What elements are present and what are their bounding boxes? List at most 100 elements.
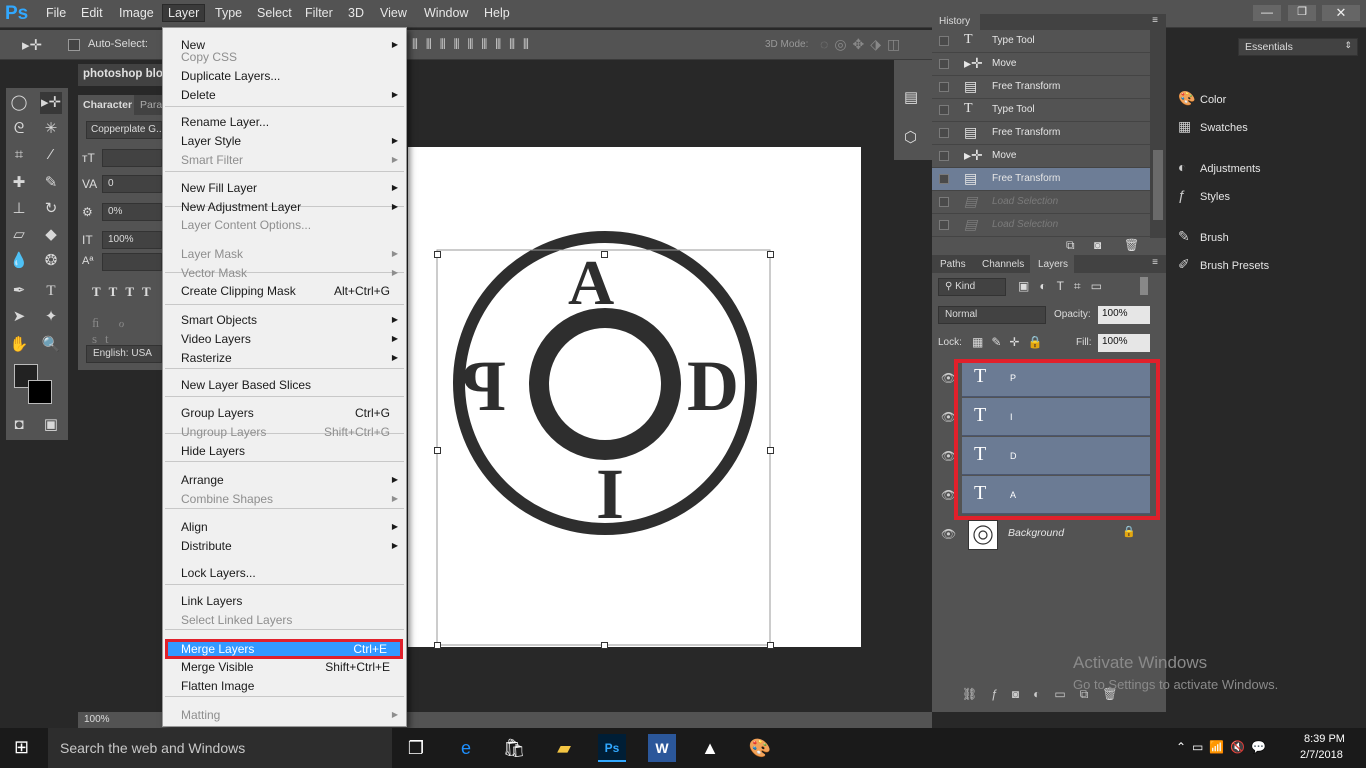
panel-menu-icon[interactable]: ≡ bbox=[1152, 257, 1158, 268]
menu-item-layer-style[interactable]: Layer Style ▶ bbox=[181, 132, 398, 150]
workspace-select[interactable]: Essentials ⇕ bbox=[1238, 38, 1358, 56]
marquee-ellipse-icon[interactable]: ◯ bbox=[8, 92, 30, 114]
auto-select-checkbox[interactable] bbox=[68, 39, 80, 51]
paint-icon[interactable]: 🎨 bbox=[746, 734, 774, 762]
menu-item-rasterize[interactable]: Rasterize ▶ bbox=[181, 349, 398, 367]
tab-layers[interactable]: Layers bbox=[1030, 255, 1074, 273]
language-select[interactable]: English: USA bbox=[86, 345, 162, 363]
menu-file[interactable]: File bbox=[46, 6, 66, 20]
close-button[interactable]: ✕ bbox=[1322, 5, 1360, 21]
menu-item-lock-layers[interactable]: Lock Layers... bbox=[181, 564, 390, 582]
menu-help[interactable]: Help bbox=[484, 6, 510, 20]
3d-cube-icon[interactable]: ⬡ bbox=[904, 128, 917, 146]
history-row[interactable]: ▤ Load Selection bbox=[932, 191, 1150, 214]
color-panel-button[interactable]: 🎨 Color bbox=[1178, 90, 1226, 110]
path-select-icon[interactable]: ➤ bbox=[8, 306, 30, 328]
menu-item-video-layers[interactable]: Video Layers ▶ bbox=[181, 330, 398, 348]
store-icon[interactable]: 🛍 bbox=[500, 734, 528, 762]
trash-icon[interactable]: 🗑 bbox=[1124, 238, 1139, 252]
history-snapshot-checkbox[interactable] bbox=[939, 151, 949, 161]
word-icon[interactable]: W bbox=[648, 734, 676, 762]
scrollbar-thumb[interactable] bbox=[1153, 150, 1163, 220]
history-row[interactable]: ▤ Load Selection bbox=[932, 214, 1150, 237]
brush-panel-button[interactable]: ✎ Brush bbox=[1178, 228, 1229, 248]
3d-mode-icons[interactable]: ◌◎✥⬗◫ bbox=[820, 36, 906, 53]
menu-item-distribute[interactable]: Distribute ▶ bbox=[181, 537, 398, 555]
history-snapshot-checkbox[interactable] bbox=[939, 174, 949, 184]
tray-icons[interactable]: ⌃▭📶🔇💬 bbox=[1176, 740, 1272, 754]
vertical-scale-input[interactable]: 100% bbox=[102, 231, 162, 249]
menu-image[interactable]: Image bbox=[119, 6, 154, 20]
tab-character[interactable]: Character bbox=[78, 95, 134, 115]
crop-icon[interactable]: ⌗ bbox=[8, 144, 30, 166]
photos-icon[interactable]: ▲ bbox=[696, 734, 724, 762]
background-color-swatch[interactable] bbox=[28, 380, 52, 404]
zoom-icon[interactable]: 🔍 bbox=[40, 334, 62, 356]
transform-handle[interactable] bbox=[601, 251, 608, 258]
tab-paths[interactable]: Paths bbox=[940, 259, 966, 270]
fill-input[interactable]: 100% bbox=[1098, 334, 1150, 352]
move-tool-icon[interactable]: ▸✛ bbox=[40, 92, 62, 114]
menu-item-link-layers[interactable]: Link Layers bbox=[181, 592, 390, 610]
blur-icon[interactable]: 💧 bbox=[8, 250, 30, 272]
menu-item-merge-visible[interactable]: Merge Visible Shift+Ctrl+E bbox=[181, 658, 390, 676]
history-snapshot-checkbox[interactable] bbox=[939, 82, 949, 92]
hand-icon[interactable]: ✋ bbox=[8, 334, 30, 356]
menu-item-new-adjustment-layer[interactable]: New Adjustment Layer ▶ bbox=[181, 198, 398, 216]
transform-handle[interactable] bbox=[767, 447, 774, 454]
opacity-input[interactable]: 100% bbox=[1098, 306, 1150, 324]
history-row[interactable]: T Type Tool bbox=[932, 30, 1150, 53]
adjustments-panel-button[interactable]: ◐ Adjustments bbox=[1178, 159, 1261, 179]
filter-toggle[interactable] bbox=[1140, 277, 1148, 295]
font-family-select[interactable]: Copperplate G... bbox=[86, 121, 162, 139]
document-tab[interactable]: photoshop blo bbox=[78, 64, 162, 86]
brush-icon[interactable]: ✎ bbox=[40, 172, 62, 194]
menu-item-hide-layers[interactable]: Hide Layers bbox=[181, 442, 390, 460]
minimize-button[interactable]: — bbox=[1253, 5, 1281, 21]
history-row[interactable]: ▸✛ Move bbox=[932, 53, 1150, 76]
text-style-icons[interactable]: TTTT bbox=[92, 284, 159, 300]
styles-panel-button[interactable]: ƒ Styles bbox=[1178, 187, 1230, 207]
transform-handle[interactable] bbox=[434, 251, 441, 258]
filter-icons[interactable]: ▣◐T⌗▭ bbox=[1018, 279, 1112, 294]
menu-item-align[interactable]: Align ▶ bbox=[181, 518, 398, 536]
move-tool-icon[interactable]: ▸✛ bbox=[22, 36, 42, 54]
transform-handle[interactable] bbox=[434, 642, 441, 649]
menu-item-arrange[interactable]: Arrange ▶ bbox=[181, 471, 398, 489]
lock-icons[interactable]: ▦✎✛🔒 bbox=[972, 335, 1050, 349]
menu-item-create-clipping-mask[interactable]: Create Clipping Mask Alt+Ctrl+G bbox=[181, 282, 390, 300]
menu-edit[interactable]: Edit bbox=[81, 6, 103, 20]
shape-icon[interactable]: ✦ bbox=[40, 306, 62, 328]
properties-icon[interactable]: ▤ bbox=[904, 88, 918, 106]
history-scrollbar[interactable] bbox=[1150, 30, 1166, 238]
visibility-eye-icon[interactable]: 👁 bbox=[941, 488, 956, 502]
menu-item-smart-objects[interactable]: Smart Objects ▶ bbox=[181, 311, 398, 329]
menu-item-duplicate-layers[interactable]: Duplicate Layers... bbox=[181, 67, 390, 85]
align-icons[interactable]: ⫴⫴⫴⫴⫴⫴⫴⫴⫴ bbox=[412, 36, 537, 53]
history-snapshot-checkbox[interactable] bbox=[939, 36, 949, 46]
menu-filter[interactable]: Filter bbox=[305, 6, 333, 20]
file-explorer-icon[interactable]: ▰ bbox=[550, 734, 578, 762]
restore-icon[interactable]: ❐ bbox=[1288, 5, 1316, 21]
history-snapshot-checkbox[interactable] bbox=[939, 59, 949, 69]
history-row[interactable]: ▤ Free Transform bbox=[932, 122, 1150, 145]
history-snapshot-checkbox[interactable] bbox=[939, 197, 949, 207]
menu-item-flatten-image[interactable]: Flatten Image bbox=[181, 677, 390, 695]
menu-item-merge-layers[interactable]: Merge Layers Ctrl+E bbox=[165, 639, 403, 659]
tab-channels[interactable]: Channels bbox=[982, 259, 1024, 270]
opentype-icons[interactable]: ﬁ ℴ st bbox=[92, 315, 162, 347]
history-snapshot-checkbox[interactable] bbox=[939, 220, 949, 230]
tab-history[interactable]: History bbox=[932, 14, 980, 30]
menu-3d[interactable]: 3D bbox=[348, 6, 364, 20]
menu-item-group-layers[interactable]: Group Layers Ctrl+G bbox=[181, 404, 390, 422]
history-row[interactable]: ▸✛ Move bbox=[932, 145, 1150, 168]
menu-window[interactable]: Window bbox=[424, 6, 468, 20]
quick-mask-icon[interactable]: ◘ bbox=[8, 414, 30, 436]
swatches-panel-button[interactable]: ▦ Swatches bbox=[1178, 118, 1248, 138]
scale-input[interactable]: 0% bbox=[102, 203, 162, 221]
edge-icon[interactable]: e bbox=[452, 734, 480, 762]
history-brush-icon[interactable]: ↻ bbox=[40, 198, 62, 220]
menu-type[interactable]: Type bbox=[215, 6, 242, 20]
baseline-shift-input[interactable] bbox=[102, 253, 162, 271]
kind-filter-select[interactable]: ⚲ Kind bbox=[938, 278, 1006, 296]
